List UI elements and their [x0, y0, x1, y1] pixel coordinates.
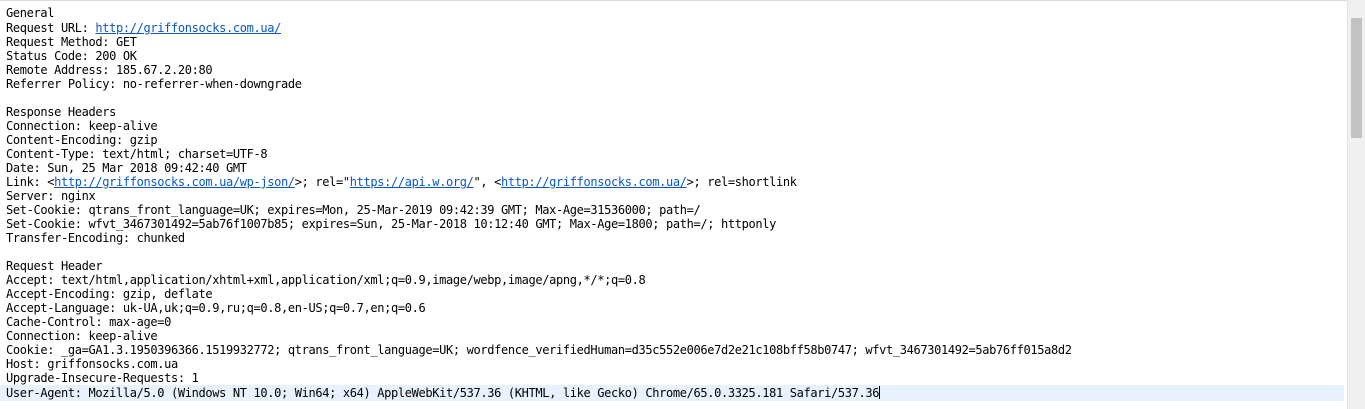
link-rel-shortlink: >; rel=shortlink [686, 175, 797, 189]
scrollbar-thumb[interactable] [1351, 18, 1362, 138]
request-url-link[interactable]: http://griffonsocks.com.ua/ [95, 21, 281, 35]
line-connection: Connection: keep-alive [6, 119, 158, 133]
line-connection-request: Connection: keep-alive [6, 329, 158, 343]
text-content[interactable]: General Request URL: http://griffonsocks… [0, 0, 1347, 409]
line-date: Date: Sun, 25 Mar 2018 09:42:40 GMT [6, 161, 247, 175]
shortlink-link[interactable]: http://griffonsocks.com.ua/ [501, 175, 687, 189]
line-remote-address: Remote Address: 185.67.2.20:80 [6, 63, 213, 77]
line-request-url: Request URL: http://griffonsocks.com.ua/ [6, 21, 281, 35]
line-referrer-policy: Referrer Policy: no-referrer-when-downgr… [6, 77, 302, 91]
line-response-headers-heading: Response Headers [6, 105, 116, 119]
line-request-header-heading: Request Header [6, 259, 103, 273]
line-cache-control: Cache-Control: max-age=0 [6, 315, 171, 329]
request-url-label: Request URL: [6, 21, 96, 35]
link-separator: ", < [473, 175, 502, 189]
link-rel-api: >; rel=" [294, 175, 350, 189]
user-agent-text: User-Agent: Mozilla/5.0 (Windows NT 10.0… [6, 386, 880, 400]
line-server: Server: nginx [6, 189, 96, 203]
line-request-method: Request Method: GET [6, 35, 137, 49]
line-accept: Accept: text/html,application/xhtml+xml,… [6, 273, 646, 287]
line-upgrade-insecure: Upgrade-Insecure-Requests: 1 [6, 371, 199, 385]
vertical-scrollbar[interactable] [1347, 0, 1365, 409]
line-status-code: Status Code: 200 OK [6, 49, 137, 63]
line-cookie: Cookie: _ga=GA1.3.1950396366.1519932772;… [6, 343, 1072, 357]
line-transfer-encoding: Transfer-Encoding: chunked [6, 231, 185, 245]
line-link-header: Link: <http://griffonsocks.com.ua/wp-jso… [6, 175, 797, 189]
line-set-cookie-qtrans: Set-Cookie: qtrans_front_language=UK; ex… [6, 203, 701, 217]
line-user-agent: User-Agent: Mozilla/5.0 (Windows NT 10.0… [6, 386, 881, 400]
wp-json-link[interactable]: http://griffonsocks.com.ua/wp-json/ [54, 175, 295, 189]
line-content-encoding: Content-Encoding: gzip [6, 133, 158, 147]
line-general-heading: General [6, 6, 55, 20]
line-accept-encoding: Accept-Encoding: gzip, deflate [6, 287, 213, 301]
text-editor[interactable]: General Request URL: http://griffonsocks… [0, 0, 1365, 409]
line-host: Host: griffonsocks.com.ua [6, 357, 178, 371]
api-w-org-link[interactable]: https://api.w.org/ [350, 175, 474, 189]
link-prefix: Link: < [6, 175, 55, 189]
line-set-cookie-wfvt: Set-Cookie: wfvt_3467301492=5ab76f1007b8… [6, 217, 776, 231]
text-caret [879, 386, 881, 399]
line-content-type: Content-Type: text/html; charset=UTF-8 [6, 147, 268, 161]
line-accept-language: Accept-Language: uk-UA,uk;q=0.9,ru;q=0.8… [6, 301, 426, 315]
